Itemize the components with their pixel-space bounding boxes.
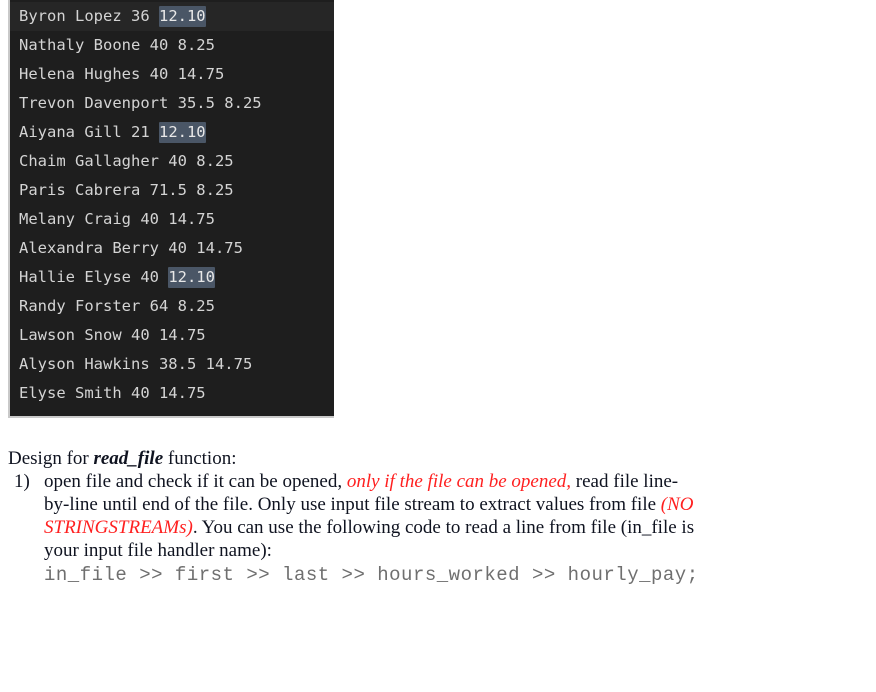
highlighted-value: 12.10 [158,6,206,27]
code-line: Hallie Elyse 40 12.10 [10,263,334,292]
heading-function-name: read_file [93,448,164,469]
step1-emphasis-no-open: (NO [660,494,694,515]
code-line: Elyse Smith 40 14.75 [10,379,334,408]
step1-text-d: . You can use the following code to read… [192,517,695,538]
design-description: Design for read_file function: 1) open f… [8,447,868,589]
step1-text-c: by-line until end of the file. Only use … [44,494,661,515]
highlighted-value: 12.10 [158,122,206,143]
list-marker-1: 1) [14,471,30,492]
step1-text-b: read file line- [571,471,679,492]
code-line-text: Randy Forster 64 8.25 [19,297,215,315]
code-line-text: Chaim Gallagher 40 8.25 [19,152,234,170]
step-1-line-4: your input file handler name): [44,540,272,561]
code-line-text: Alyson Hawkins 38.5 14.75 [19,355,253,373]
code-line: Alexandra Berry 40 14.75 [10,234,334,263]
code-line-text: Elyse Smith 40 14.75 [19,384,206,402]
code-line-text: Byron Lopez 36 [19,7,159,25]
code-line: Paris Cabrera 71.5 8.25 [10,176,334,205]
code-line: Lawson Snow 40 14.75 [10,321,334,350]
step1-emphasis-only-if-opened: only if the file can be opened, [346,471,572,492]
code-line-text: Lawson Snow 40 14.75 [19,326,206,344]
step1-text-a: open file and check if it can be opened, [44,471,347,492]
code-line: Aiyana Gill 21 12.10 [10,118,334,147]
code-line: Chaim Gallagher 40 8.25 [10,147,334,176]
step-1-line-1: open file and check if it can be opened,… [44,470,868,493]
code-line: Trevon Davenport 35.5 8.25 [10,89,334,118]
highlighted-value: 12.10 [168,267,215,288]
code-line: Helena Hughes 40 14.75 [10,60,334,89]
employee-data-code-block[interactable]: Byron Lopez 36 12.10 Nathaly Boone 40 8.2… [8,0,334,418]
code-line-text: Helena Hughes 40 14.75 [19,65,225,83]
code-line-text: Trevon Davenport 35.5 8.25 [19,94,262,112]
heading-text-after: function: [163,448,237,469]
code-line-list: Byron Lopez 36 12.10 Nathaly Boone 40 8.2… [10,2,334,408]
step-1-code-snippet[interactable]: in_file >> first >> last >> hours_worked… [44,562,868,589]
heading-text-before: Design for [8,448,94,469]
code-line: Nathaly Boone 40 8.25 [10,31,334,60]
step-1-line-2: by-line until end of the file. Only use … [44,493,868,516]
design-step-1: 1) open file and check if it can be open… [8,470,868,589]
code-line-text: Nathaly Boone 40 8.25 [19,36,215,54]
code-line: Melany Craig 40 14.75 [10,205,334,234]
code-line-text: Aiyana Gill 21 [19,123,159,141]
code-line-text: Alexandra Berry 40 14.75 [19,239,243,257]
code-line-text: Paris Cabrera 71.5 8.25 [19,181,234,199]
code-line-text: Hallie Elyse 40 [19,268,169,286]
code-line: Alyson Hawkins 38.5 14.75 [10,350,334,379]
code-line: Byron Lopez 36 12.10 [10,2,334,31]
step1-emphasis-stringstreams: STRINGSTREAMs) [44,517,193,538]
code-line-text: Melany Craig 40 14.75 [19,210,215,228]
step-1-line-3: STRINGSTREAMs). You can use the followin… [44,516,868,539]
design-heading: Design for read_file function: [8,447,868,470]
code-line: Randy Forster 64 8.25 [10,292,334,321]
